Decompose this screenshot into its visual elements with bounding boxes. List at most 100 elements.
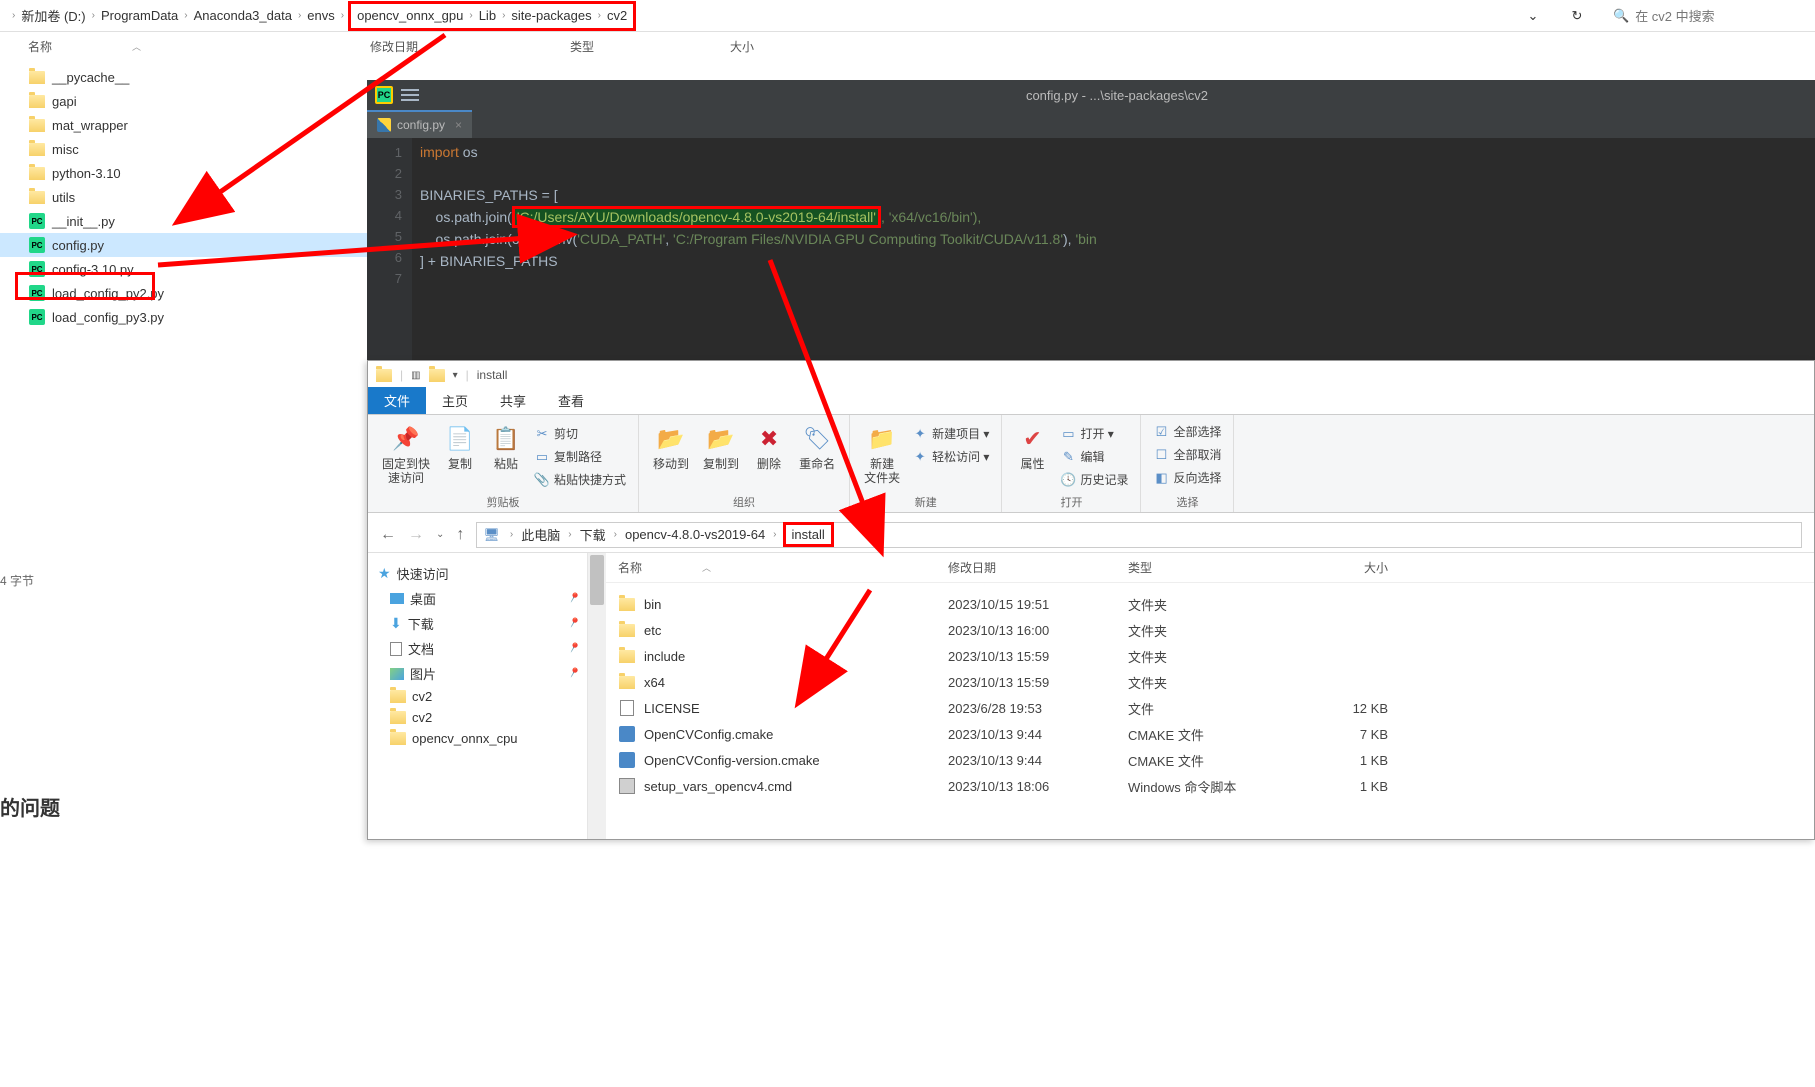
qat-dd[interactable]: ▾ — [453, 370, 458, 381]
chevron-right-icon: › — [8, 10, 19, 21]
crumb-anaconda[interactable]: Anaconda3_data — [192, 0, 294, 31]
pin-icon: 📍 — [565, 641, 581, 657]
list-item[interactable]: etc2023/10/13 16:00文件夹 — [618, 617, 1814, 643]
scrollbar[interactable] — [588, 553, 606, 839]
file-item[interactable]: gapi — [0, 89, 367, 113]
folder-icon — [29, 143, 45, 156]
edit-button[interactable]: ✎编辑 — [1056, 446, 1132, 467]
file-item[interactable]: python-3.10 — [0, 161, 367, 185]
sort-arrow-icon: ︿ — [132, 40, 141, 53]
crumb-drive[interactable]: 新加卷 (D:) — [19, 0, 87, 31]
tab-view[interactable]: 查看 — [542, 387, 600, 414]
column-headers-right: 修改日期 类型 大小 — [370, 38, 890, 55]
crumb-envs[interactable]: envs — [305, 0, 336, 31]
select-all-button[interactable]: ☑全部选择 — [1149, 421, 1225, 442]
install-highlight: install — [783, 522, 834, 547]
crumb-programdata[interactable]: ProgramData — [99, 0, 180, 31]
line-gutter: 123 456 7 — [367, 138, 412, 360]
install-explorer-window: | ▥ ▾ | install 文件 主页 共享 查看 📌固定到快 速访问 📄复… — [367, 360, 1815, 840]
copy-button[interactable]: 📄复制 — [438, 419, 482, 490]
history-button[interactable]: 🕓历史记录 — [1056, 469, 1132, 490]
pycharm-icon: PC — [375, 86, 393, 104]
cmake-file-icon — [619, 752, 635, 768]
select-none-button[interactable]: ☐全部取消 — [1149, 444, 1225, 465]
list-headers[interactable]: 名称︿ 修改日期 类型 大小 — [588, 553, 1814, 583]
tree-desktop[interactable]: 桌面📍 — [372, 586, 583, 611]
recent-dropdown[interactable]: ⌄ — [436, 529, 444, 540]
list-item[interactable]: bin2023/10/15 19:51文件夹 — [618, 591, 1814, 617]
folder-icon — [619, 650, 635, 663]
list-item[interactable]: OpenCVConfig-version.cmake2023/10/13 9:4… — [618, 747, 1814, 773]
file-icon — [620, 700, 634, 716]
tab-close-button[interactable]: × — [455, 118, 462, 132]
new-item-button[interactable]: ✦新建项目 ▾ — [908, 423, 993, 444]
tab-home[interactable]: 主页 — [426, 387, 484, 414]
folder-icon — [619, 598, 635, 611]
list-item[interactable]: setup_vars_opencv4.cmd2023/10/13 18:06Wi… — [618, 773, 1814, 799]
download-icon: ⬇ — [390, 615, 402, 632]
folder-icon — [29, 71, 45, 84]
list-item[interactable]: LICENSE2023/6/28 19:53文件12 KB — [618, 695, 1814, 721]
python-file-icon: PC — [29, 237, 45, 253]
pin-button[interactable]: 📌固定到快 速访问 — [376, 419, 436, 490]
copy-path-button[interactable]: ▭复制路径 — [530, 446, 630, 467]
properties-button[interactable]: ✔属性 — [1010, 419, 1054, 490]
file-item[interactable]: PC__init__.py — [0, 209, 367, 233]
cmd-file-icon — [619, 778, 635, 794]
tree-documents[interactable]: 文档📍 — [372, 636, 583, 661]
tree-onnx-cpu[interactable]: opencv_onnx_cpu — [372, 728, 583, 749]
list-item[interactable]: x642023/10/13 15:59文件夹 — [618, 669, 1814, 695]
column-header-name[interactable]: 名称 ︿ — [0, 32, 367, 61]
easy-access-button[interactable]: ✦轻松访问 ▾ — [908, 446, 993, 467]
folder-icon — [619, 624, 635, 637]
editor-titlebar[interactable]: PC config.py - ...\site-packages\cv2 — [367, 80, 1815, 110]
folder-icon — [390, 711, 406, 724]
delete-button[interactable]: ✖删除 — [747, 419, 791, 475]
file-item[interactable]: mat_wrapper — [0, 113, 367, 137]
star-icon: ★ — [378, 565, 391, 582]
nav-tree[interactable]: ★快速访问 桌面📍 ⬇下载📍 文档📍 图片📍 cv2 cv2 opencv_on… — [368, 553, 588, 839]
scrollbar-thumb[interactable] — [590, 555, 604, 605]
file-item[interactable]: __pycache__ — [0, 65, 367, 89]
path-dropdown[interactable]: ⌄ — [1519, 5, 1547, 27]
move-to-button[interactable]: 📂移动到 — [647, 419, 695, 475]
file-item[interactable]: utils — [0, 185, 367, 209]
file-item[interactable]: PCload_config_py3.py — [0, 305, 367, 329]
folder-icon — [619, 676, 635, 689]
highlighted-path: opencv_onnx_gpu › Lib › site-packages › … — [348, 1, 636, 31]
list-item[interactable]: include2023/10/13 15:59文件夹 — [618, 643, 1814, 669]
paste-button[interactable]: 📋粘贴 — [484, 419, 528, 490]
tree-cv2-b[interactable]: cv2 — [372, 707, 583, 728]
picture-icon — [390, 668, 404, 680]
tab-file[interactable]: 文件 — [368, 387, 426, 414]
invert-selection-button[interactable]: ◧反向选择 — [1149, 467, 1225, 488]
list-item[interactable]: OpenCVConfig.cmake2023/10/13 9:44CMAKE 文… — [618, 721, 1814, 747]
desktop-icon — [390, 593, 404, 604]
back-button[interactable]: ← — [380, 526, 396, 544]
code-editor-window: PC config.py - ...\site-packages\cv2 con… — [367, 80, 1815, 360]
tab-config-py[interactable]: config.py × — [367, 110, 472, 138]
hamburger-menu[interactable] — [401, 89, 419, 101]
tree-cv2-a[interactable]: cv2 — [372, 686, 583, 707]
file-item[interactable]: PCconfig.py — [0, 233, 367, 257]
tree-downloads[interactable]: ⬇下载📍 — [372, 611, 583, 636]
address-bar[interactable]: › 新加卷 (D:) › ProgramData › Anaconda3_dat… — [0, 0, 1815, 32]
search-input[interactable]: 🔍 在 cv2 中搜索 — [1607, 4, 1807, 28]
open-button[interactable]: ▭打开 ▾ — [1056, 423, 1132, 444]
paste-shortcut-button[interactable]: 📎粘贴快捷方式 — [530, 469, 630, 490]
up-button[interactable]: ↑ — [456, 526, 464, 544]
cut-button[interactable]: ✂剪切 — [530, 423, 630, 444]
address-bar-2[interactable]: 🖥 › 此电脑 › 下载 › opencv-4.8.0-vs2019-64 › … — [476, 522, 1802, 548]
folder-icon — [390, 690, 406, 703]
new-folder-button[interactable]: 📁新建 文件夹 — [858, 419, 906, 490]
refresh-button[interactable]: ↻ — [1563, 5, 1591, 27]
tree-pictures[interactable]: 图片📍 — [372, 661, 583, 686]
rename-button[interactable]: 🏷重命名 — [793, 419, 841, 475]
forward-button[interactable]: → — [408, 526, 424, 544]
file-item[interactable]: misc — [0, 137, 367, 161]
tree-quick-access[interactable]: ★快速访问 — [372, 561, 583, 586]
copy-to-button[interactable]: 📂复制到 — [697, 419, 745, 475]
code-area[interactable]: import os BINARIES_PATHS = [ os.path.joi… — [412, 138, 1815, 360]
qat-down[interactable]: ▥ — [411, 370, 420, 381]
tab-share[interactable]: 共享 — [484, 387, 542, 414]
